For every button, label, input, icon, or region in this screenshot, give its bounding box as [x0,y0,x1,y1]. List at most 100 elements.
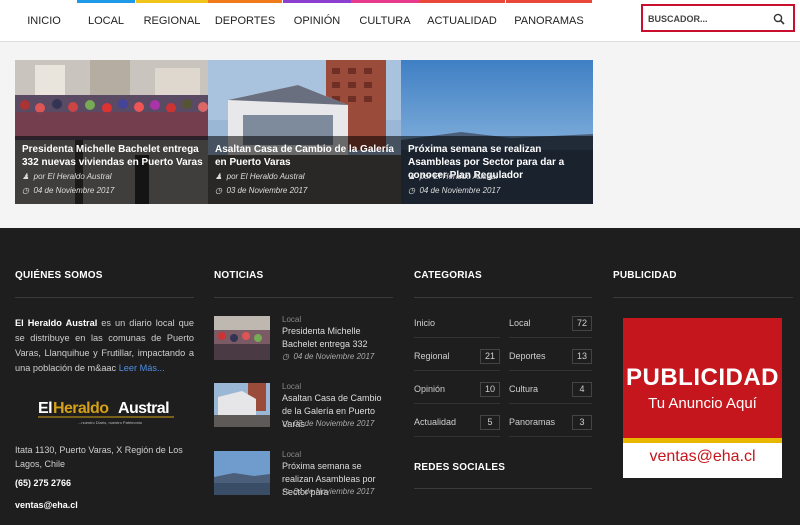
featured-card[interactable]: Próxima semana se realizan Asambleas por… [401,60,593,204]
address: Itata 1130, Puerto Varas, X Región de Lo… [15,445,183,469]
nav-item-opinion[interactable]: OPINIÓN [283,0,351,42]
news-thumbnail [214,383,270,427]
clock-icon: ◷ [215,186,222,195]
nav-label: CULTURA [359,15,411,27]
nav-label: REGIONAL [143,15,201,27]
category-deportes[interactable]: Deportes 13 [509,341,592,371]
card-title[interactable]: Asaltan Casa de Cambio de la Galería en … [215,143,399,169]
read-more-link[interactable]: Leer Más... [119,363,165,373]
featured-card[interactable]: Asaltan Casa de Cambio de la Galería en … [208,60,401,204]
news-date-text: 04 de Noviembre 2017 [293,352,375,361]
category-panoramas[interactable]: Panoramas 3 [509,407,592,437]
category-regional[interactable]: Regional 21 [414,341,500,371]
news-item[interactable]: Local Presidenta Michelle Bachelet entre… [214,315,394,362]
footer: QUIÉNES SOMOS El Heraldo Austral es un d… [0,228,800,525]
nav-color-bar [419,0,505,3]
ad-banner[interactable]: PUBLICIDAD Tu Anuncio Aquí ventas@eha.cl [623,318,782,478]
news-thumbnail [214,451,270,495]
category-opinion[interactable]: Opinión 10 [414,374,500,404]
clock-icon: ◷ [282,419,289,428]
news-category[interactable]: Local [282,450,301,459]
category-count: 72 [572,316,592,331]
nav-item-regional[interactable]: REGIONAL [136,0,208,42]
clock-icon: ◷ [408,186,415,195]
about-heading: QUIÉNES SOMOS [15,270,103,281]
nav-label: OPINIÓN [293,15,341,27]
ad-email-box: ventas@eha.cl [623,443,782,478]
main-nav: INICIO LOCAL REGIONAL DEPORTES OPINIÓN C… [0,0,800,42]
news-item[interactable]: Local Próxima semana se realizan Asamble… [214,450,394,497]
nav-item-deportes[interactable]: DEPORTES [208,0,282,42]
site-logo[interactable]: El Heraldo Austral ...nuestro Diario, nu… [38,396,174,428]
news-date: ◷ 04 de Noviembre 2017 [282,352,374,361]
news-category[interactable]: Local [282,382,301,391]
news-divider [214,297,393,298]
category-name: Regional [414,351,450,361]
nav-item-panoramas[interactable]: PANORAMAS [506,0,592,42]
category-local[interactable]: Local 72 [509,308,592,338]
card-author-text: por El Heraldo Austral [33,172,112,181]
nav-item-cultura[interactable]: CULTURA [351,0,419,42]
ad-stripe [623,430,782,443]
user-icon: ♟ [408,172,416,181]
ad-email: ventas@eha.cl [649,448,756,465]
nav-item-actualidad[interactable]: ACTUALIDAD [419,0,505,42]
clock-icon: ◷ [282,352,289,361]
svg-text:Heraldo: Heraldo [53,400,109,417]
category-name: Actualidad [414,417,457,427]
nav-color-bar [506,0,592,3]
news-date-text: 03 de Noviembre 2017 [293,419,375,428]
nav-label: DEPORTES [214,15,276,27]
svg-text:...nuestro Diario, nuestro Pat: ...nuestro Diario, nuestro Patrimonio [78,420,143,425]
clock-icon: ◷ [282,487,289,496]
category-actualidad[interactable]: Actualidad 5 [414,407,500,437]
category-count: 4 [572,382,592,397]
category-count: 21 [480,349,500,364]
ad-big-text: PUBLICIDAD [626,364,779,391]
nav-color-bar [77,0,135,3]
search-box [641,4,795,32]
search-input[interactable] [648,10,768,28]
news-heading: NOTICIAS [214,270,264,281]
card-date-text: 03 de Noviembre 2017 [226,186,308,195]
card-date-text: 04 de Noviembre 2017 [419,186,501,195]
search-icon[interactable] [773,13,785,25]
nav-color-bar [351,0,419,3]
email-link[interactable]: ventas@eha.cl [15,500,78,510]
featured-card[interactable]: Presidenta Michelle Bachelet entrega 332… [15,60,208,204]
news-item[interactable]: Local Asaltan Casa de Cambio de la Galer… [214,382,394,429]
phone-number[interactable]: (65) 275 2766 [15,478,71,488]
about-name: El Heraldo Austral [15,318,98,328]
svg-text:El: El [38,400,52,417]
nav-label: LOCAL [87,15,125,27]
categories-heading: CATEGORIAS [414,270,482,281]
nav-color-bar [283,0,351,3]
card-date: ◷ 04 de Noviembre 2017 [22,186,114,195]
nav-item-local[interactable]: LOCAL [77,0,135,42]
featured-slider: Presidenta Michelle Bachelet entrega 332… [15,60,593,204]
nav-item-inicio[interactable]: INICIO [15,0,73,42]
nav-label: ACTUALIDAD [427,15,497,27]
card-date: ◷ 04 de Noviembre 2017 [408,186,500,195]
user-icon: ♟ [215,172,223,181]
category-name: Cultura [509,384,539,394]
nav-label: PANORAMAS [514,15,584,27]
card-author: ♟ por El Heraldo Austral [408,172,498,181]
category-cultura[interactable]: Cultura 4 [509,374,592,404]
nav-label: INICIO [27,15,61,27]
social-divider [414,488,592,489]
news-category[interactable]: Local [282,315,301,324]
news-date: ◷ 03 de Noviembre 2017 [282,419,374,428]
card-title[interactable]: Presidenta Michelle Bachelet entrega 332… [22,143,206,169]
about-divider [15,297,194,298]
card-author-text: por El Heraldo Austral [419,172,498,181]
category-name: Opinión [414,384,446,394]
category-inicio[interactable]: Inicio [414,308,500,338]
social-heading: REDES SOCIALES [414,462,506,473]
card-date: ◷ 03 de Noviembre 2017 [215,186,307,195]
news-title[interactable]: Presidenta Michelle Bachelet entrega 332 [282,325,394,351]
category-count: 5 [480,415,500,430]
card-author: ♟ por El Heraldo Austral [215,172,305,181]
nav-color-bar [208,0,282,3]
ad-sub-text: Tu Anuncio Aquí [648,395,757,412]
